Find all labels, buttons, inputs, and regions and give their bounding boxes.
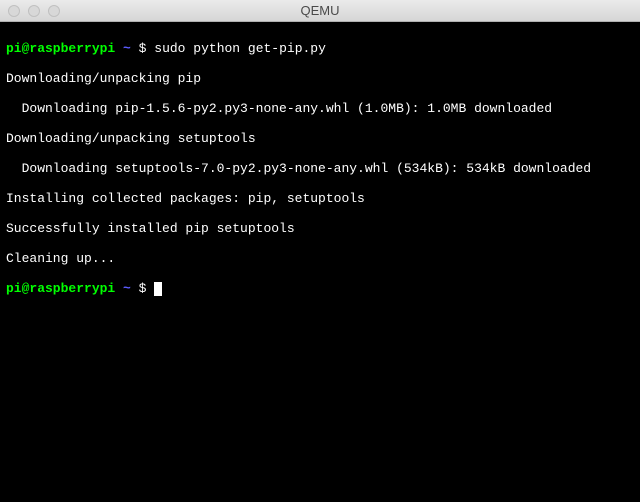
terminal-line: pi@raspberrypi ~ $ sudo python get-pip.p… <box>6 41 634 56</box>
prompt-user-host: pi@raspberrypi <box>6 281 115 296</box>
traffic-lights <box>0 5 60 17</box>
zoom-button[interactable] <box>48 5 60 17</box>
window-title: QEMU <box>0 3 640 18</box>
terminal-line: pi@raspberrypi ~ $ <box>6 281 634 296</box>
terminal-area[interactable]: pi@raspberrypi ~ $ sudo python get-pip.p… <box>0 22 640 502</box>
prompt-path: ~ <box>123 41 131 56</box>
close-button[interactable] <box>8 5 20 17</box>
output-line: Successfully installed pip setuptools <box>6 221 634 236</box>
terminal-cursor <box>154 282 162 296</box>
output-line: Downloading/unpacking setuptools <box>6 131 634 146</box>
output-line: Installing collected packages: pip, setu… <box>6 191 634 206</box>
output-line: Downloading setuptools-7.0-py2.py3-none-… <box>6 161 634 176</box>
output-line: Cleaning up... <box>6 251 634 266</box>
prompt-user-host: pi@raspberrypi <box>6 41 115 56</box>
output-line: Downloading/unpacking pip <box>6 71 634 86</box>
minimize-button[interactable] <box>28 5 40 17</box>
command-text: sudo python get-pip.py <box>154 41 326 56</box>
window-titlebar: QEMU <box>0 0 640 22</box>
prompt-symbol: $ <box>139 41 147 56</box>
output-line: Downloading pip-1.5.6-py2.py3-none-any.w… <box>6 101 634 116</box>
prompt-path: ~ <box>123 281 131 296</box>
prompt-symbol: $ <box>139 281 147 296</box>
